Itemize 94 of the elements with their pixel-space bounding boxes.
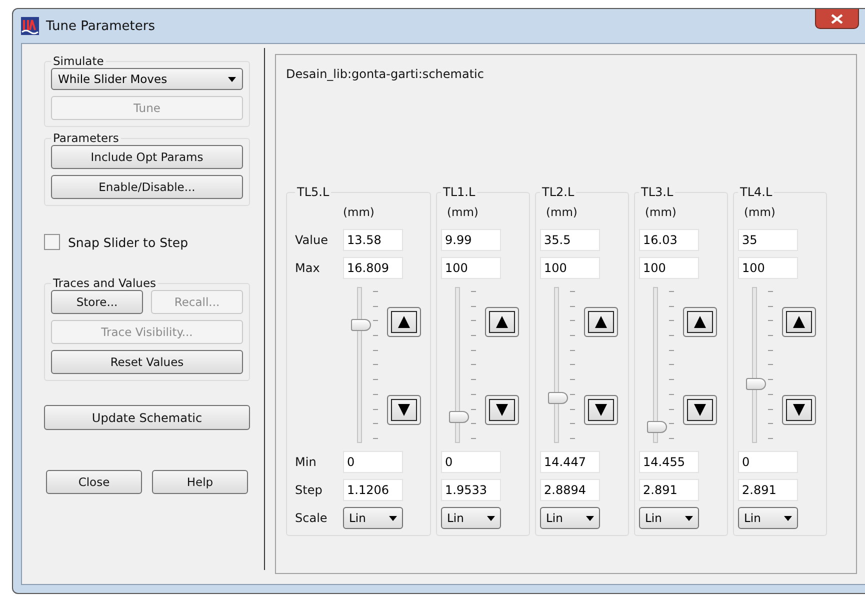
increment-button[interactable] (584, 307, 618, 337)
design-name: Desain_lib:gonta-garti:schematic (286, 67, 485, 81)
parameters-button[interactable]: Include Opt Params (51, 145, 243, 169)
increment-button[interactable] (387, 307, 421, 337)
vertical-slider[interactable] (449, 285, 479, 445)
value-field[interactable]: 13.58 (343, 229, 403, 251)
min-field[interactable]: 14.447 (540, 451, 600, 473)
step-field[interactable]: 2.8894 (540, 479, 600, 501)
update-schematic-button[interactable]: Update Schematic (44, 405, 250, 430)
slider-thumb[interactable] (647, 421, 667, 434)
min-field[interactable]: 0 (441, 451, 501, 473)
caret-icon (389, 516, 397, 520)
store-button[interactable]: Store... (51, 290, 143, 314)
scale-dropdown[interactable]: Lin (639, 507, 699, 529)
decrement-button[interactable] (782, 395, 816, 425)
parameter-name: TL3.L (640, 185, 674, 199)
up-triangle-icon (495, 315, 509, 329)
min-field[interactable]: 0 (343, 451, 403, 473)
min-field[interactable]: 14.455 (639, 451, 699, 473)
vertical-slider[interactable] (647, 285, 677, 445)
scale-dropdown[interactable]: Lin (441, 507, 501, 529)
value-field[interactable]: 16.03 (639, 229, 699, 251)
unit-label: (mm) (546, 205, 578, 219)
app-logo-icon (21, 17, 39, 35)
unit-label: (mm) (645, 205, 676, 219)
caret-icon (228, 76, 236, 82)
up-triangle-icon (594, 315, 608, 329)
parameter-name: TL5.L (296, 185, 330, 199)
down-triangle-icon (397, 403, 411, 417)
caret-icon (784, 516, 792, 520)
increment-button[interactable] (782, 307, 816, 337)
value-field[interactable]: 35 (738, 229, 798, 251)
down-triangle-icon (495, 403, 509, 417)
decrement-button[interactable] (584, 395, 618, 425)
caret-icon (685, 516, 693, 520)
step-field[interactable]: 2.891 (738, 479, 798, 501)
step-label: Step (295, 483, 324, 497)
slider-thumb[interactable] (548, 392, 568, 404)
unit-label: (mm) (744, 205, 776, 219)
scale-label: Scale (295, 511, 328, 525)
max-field[interactable]: 100 (639, 257, 699, 279)
scale-dropdown[interactable]: Lin (738, 507, 798, 529)
value-label: Value (295, 233, 329, 247)
close-icon (831, 14, 843, 24)
step-field[interactable]: 2.891 (639, 479, 699, 501)
close-button[interactable] (815, 9, 859, 29)
decrement-button[interactable] (387, 395, 421, 425)
up-triangle-icon (693, 315, 707, 329)
step-field[interactable]: 1.9533 (441, 479, 501, 501)
step-field[interactable]: 1.1206 (343, 479, 403, 501)
scale-dropdown[interactable]: Lin (540, 507, 600, 529)
window-title: Tune Parameters (46, 18, 155, 34)
caret-icon (487, 516, 495, 520)
vertical-slider[interactable] (746, 285, 776, 445)
scale-dropdown[interactable]: Lin (343, 507, 403, 529)
max-field[interactable]: 16.809 (343, 257, 403, 279)
value-field[interactable]: 35.5 (540, 229, 600, 251)
down-triangle-icon (594, 403, 608, 417)
checkbox-label: Snap Slider to Step (68, 234, 188, 250)
vertical-slider[interactable] (548, 285, 578, 445)
vertical-slider[interactable] (351, 285, 381, 445)
decrement-button[interactable] (683, 395, 717, 425)
max-label: Max (295, 261, 321, 275)
increment-button[interactable] (485, 307, 519, 337)
reset-values-button[interactable]: Reset Values (51, 350, 243, 374)
up-triangle-icon (397, 315, 411, 329)
decrement-button[interactable] (485, 395, 519, 425)
help-button[interactable]: Help (152, 470, 248, 494)
slider-thumb[interactable] (449, 411, 469, 424)
parameter-name: TL2.L (541, 185, 576, 199)
down-triangle-icon (792, 403, 806, 417)
down-triangle-icon (693, 403, 707, 417)
slider-thumb[interactable] (351, 319, 371, 331)
unit-label: (mm) (447, 205, 478, 219)
min-label: Min (295, 455, 318, 469)
up-triangle-icon (792, 315, 806, 329)
close-button[interactable]: Close (46, 470, 142, 494)
group-label: Traces and Values (52, 276, 158, 290)
min-field[interactable]: 0 (738, 451, 798, 473)
group-label: Simulate (52, 54, 105, 68)
max-field[interactable]: 100 (441, 257, 501, 279)
snap-checkbox[interactable] (44, 234, 60, 250)
caret-icon (586, 516, 594, 520)
value-field[interactable]: 9.99 (441, 229, 501, 251)
simulate-dropdown[interactable]: While Slider Moves (51, 68, 243, 90)
max-field[interactable]: 100 (540, 257, 600, 279)
parameter-name: TL4.L (739, 185, 774, 199)
slider-thumb[interactable] (746, 378, 766, 390)
group-label: Parameters (52, 131, 120, 145)
unit-label: (mm) (343, 205, 374, 219)
increment-button[interactable] (683, 307, 717, 337)
parameters-button[interactable]: Enable/Disable... (51, 175, 243, 199)
parameter-name: TL1.L (442, 185, 476, 199)
max-field[interactable]: 100 (738, 257, 798, 279)
